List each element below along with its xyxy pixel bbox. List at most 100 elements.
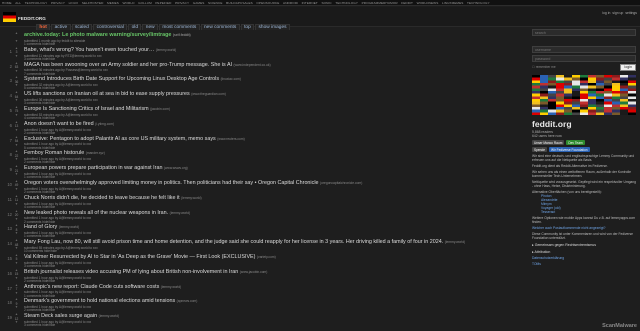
post-domain[interactable]: (variety.com): [257, 255, 276, 259]
downvote-icon[interactable]: ▼: [14, 113, 19, 118]
post-title-link[interactable]: Chuck Norris didn't die, he decided to l…: [24, 195, 180, 201]
downvote-icon[interactable]: ▼: [14, 84, 19, 88]
password-field[interactable]: [532, 55, 636, 62]
login-button[interactable]: login: [620, 63, 636, 71]
post-domain[interactable]: (self.feddit): [173, 33, 191, 37]
post-domain[interactable]: (linuxiac.com): [221, 77, 241, 81]
sr-bar-item[interactable]: privacy: [51, 1, 65, 5]
downvote-icon[interactable]: ▼: [14, 69, 19, 74]
post-domain[interactable]: (lemmy.world): [156, 48, 176, 52]
sr-bar-item[interactable]: all: [15, 1, 21, 5]
post-title-link[interactable]: Hand of Glory: [24, 224, 57, 230]
downvote-icon[interactable]: ▼: [14, 99, 19, 103]
post-domain[interactable]: (apnews.com): [177, 299, 198, 303]
sr-bar-item[interactable]: technology: [335, 1, 358, 5]
downvote-icon[interactable]: ▼: [14, 202, 19, 207]
sr-bar-item[interactable]: programmerhumor: [362, 1, 398, 5]
post-title-link[interactable]: US lifts sanctions on Iranian oil at sea…: [24, 91, 190, 97]
tab-top[interactable]: top: [240, 24, 255, 30]
tab-hot[interactable]: hot: [36, 24, 51, 30]
user-link-sign-up[interactable]: sign up: [612, 11, 623, 15]
sr-bar-item[interactable]: games: [193, 1, 205, 5]
downvote-icon[interactable]: ▼: [14, 173, 19, 177]
fediverse-foundation-button[interactable]: Wir Fediverse Foundation: [549, 147, 590, 152]
post-domain[interactable]: (lemmy.world): [445, 240, 465, 244]
sr-bar-item[interactable]: technology: [467, 1, 490, 5]
user-link-log-in[interactable]: log in: [602, 11, 610, 15]
downvote-icon[interactable]: ▼: [14, 291, 19, 296]
post-title-link[interactable]: Steam Deck sales surge again: [24, 313, 97, 319]
tab-controversial[interactable]: controversial: [93, 24, 128, 30]
post-title-link[interactable]: Femboy Roman historule: [24, 150, 84, 156]
post-domain[interactable]: (lemmy.world): [59, 225, 79, 229]
post-domain[interactable]: (lemmy.world): [99, 314, 119, 318]
downvote-icon[interactable]: ▼: [14, 39, 19, 44]
post-title-link[interactable]: Systemd Introduces Birth Date Support fo…: [24, 76, 219, 82]
downvote-icon[interactable]: ▼: [14, 232, 19, 236]
downvote-icon[interactable]: ▼: [14, 128, 19, 133]
post-title-link[interactable]: British journalist releases video accusi…: [24, 269, 238, 275]
sr-bar-item[interactable]: linux: [69, 1, 79, 5]
remember-me-checkbox[interactable]: ☐ remember me: [532, 65, 556, 69]
site-logo[interactable]: [3, 12, 16, 22]
post-title-link[interactable]: Anon doesn't want to be fired: [24, 121, 94, 127]
sr-bar-item[interactable]: home: [2, 1, 12, 5]
spende-button[interactable]: Spende: [532, 147, 547, 152]
downvote-icon[interactable]: ▼: [14, 321, 19, 325]
post-domain[interactable]: (oregoncapitalchronicle.com): [320, 181, 362, 185]
post-title-link[interactable]: Babe, what's wrong? You haven't even tou…: [24, 47, 154, 53]
sr-bar-item[interactable]: sonic: [321, 1, 331, 5]
downvote-icon[interactable]: ▼: [14, 217, 19, 222]
downvote-icon[interactable]: ▼: [14, 158, 19, 162]
search-input[interactable]: [532, 29, 636, 36]
post-domain[interactable]: (www.independent.co.uk): [234, 63, 271, 67]
post-comments-link[interactable]: 3 comments hide/hide: [24, 323, 55, 327]
sr-bar-item[interactable]: linuxmemes: [442, 1, 463, 5]
post-domain[interactable]: (www.wsws.org): [164, 166, 188, 170]
post-title-link[interactable]: Val Kilmer Resurrected by AI to Star in …: [24, 254, 255, 260]
dev-team-button[interactable]: Dev Team: [566, 140, 585, 146]
sr-bar-item[interactable]: internet: [302, 1, 318, 5]
post-title-link[interactable]: Europe Is Sanctioning Critics of Israel …: [24, 106, 149, 112]
downvote-icon[interactable]: ▼: [14, 261, 19, 266]
post-title-link[interactable]: Anthropic's new report: Claude Code cuts…: [24, 284, 159, 290]
post-title-link[interactable]: Mary Fong Lau, now 80, will still avoid …: [24, 239, 443, 245]
downvote-icon[interactable]: ▼: [14, 247, 19, 251]
tab-old[interactable]: old: [128, 24, 142, 30]
post-domain[interactable]: (mander.xyz): [86, 151, 105, 155]
sidebar-footer-2[interactable]: Welcher auch Postaufkommende nicht angez…: [532, 226, 636, 230]
manco-raum-button[interactable]: Unser Manco Raum: [532, 140, 565, 146]
downvote-icon[interactable]: ▼: [14, 306, 19, 310]
upvote-icon[interactable]: ▲: [14, 31, 19, 36]
sr-bar-item[interactable]: privacy: [175, 1, 189, 5]
sr-bar-item[interactable]: opensource: [256, 1, 279, 5]
tab-active[interactable]: active: [51, 24, 71, 30]
post-domain[interactable]: (www.jacobin.com): [240, 270, 268, 274]
post-domain[interactable]: (jacobin.com): [150, 107, 170, 111]
sr-bar-item[interactable]: worldnews: [417, 1, 439, 5]
downvote-icon[interactable]: ▼: [14, 54, 19, 59]
user-link-settings[interactable]: settings: [625, 11, 637, 15]
post-title-link[interactable]: European powers prepare participation in…: [24, 165, 162, 171]
sr-bar-item[interactable]: technology: [25, 1, 48, 5]
post-title-link[interactable]: Oregon voters overwhelmingly approved li…: [24, 180, 319, 186]
privacy-link[interactable]: Datenschutzerklärung: [532, 256, 636, 260]
post-domain[interactable]: (lemmy.world): [170, 211, 190, 215]
post-domain[interactable]: (www.reuters.com): [217, 137, 244, 141]
post-domain[interactable]: (lemmy.world): [181, 196, 201, 200]
sr-bar-item[interactable]: gollum: [138, 1, 152, 5]
post-domain[interactable]: (www.theguardian.com): [191, 92, 226, 96]
sr-bar-item[interactable]: feddit: [401, 1, 413, 5]
tab-new[interactable]: new: [142, 24, 158, 30]
post-title-link[interactable]: MAGA has been swooning over an Army sold…: [24, 62, 232, 68]
post-title-link[interactable]: Exclusive: Pentagon to adopt Palantir AI…: [24, 136, 216, 142]
tab-new-comments[interactable]: new comments: [200, 24, 240, 30]
post-domain[interactable]: (i.ytimg.com): [95, 122, 114, 126]
post-title-link[interactable]: New leaked photo reveals all of the nucl…: [24, 210, 168, 216]
alt-frontend-link[interactable]: Tesseract: [541, 210, 636, 214]
tab-scaled[interactable]: scaled: [71, 24, 93, 30]
site-name[interactable]: FEDDIT.ORG: [18, 16, 46, 21]
username-field[interactable]: [532, 46, 636, 53]
toms-link[interactable]: TOMs: [532, 262, 636, 266]
sr-bar-item[interactable]: world: [123, 1, 135, 5]
